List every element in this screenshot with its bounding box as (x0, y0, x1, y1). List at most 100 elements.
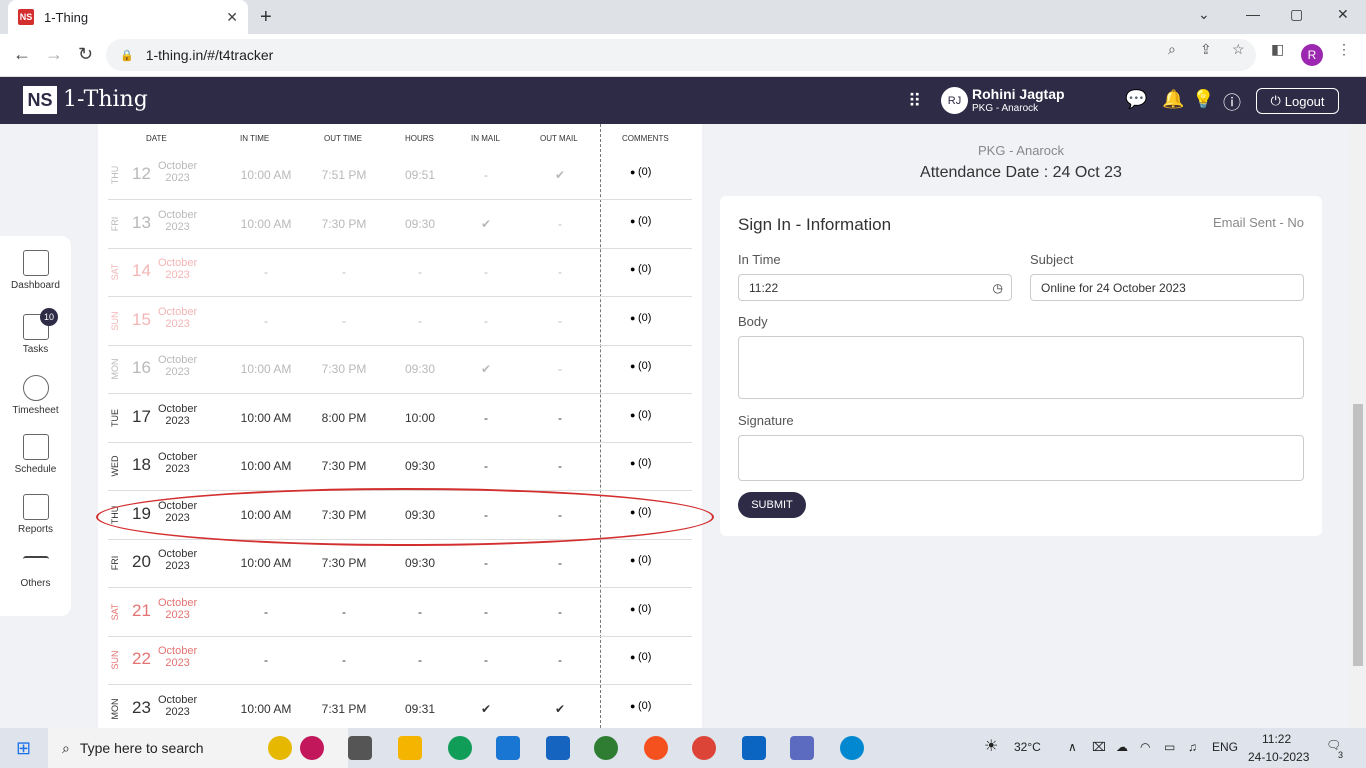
subject-label: Subject (1030, 252, 1074, 267)
windows-start-icon[interactable]: ⊞ (16, 738, 31, 759)
comments-button[interactable]: ● (0) (630, 312, 651, 324)
row-month: October (158, 257, 198, 269)
clock-time[interactable]: 11:22 (1262, 732, 1291, 746)
row-year: 2023 (165, 608, 190, 621)
share-icon[interactable]: ⇪ (1200, 41, 1212, 58)
skype-icon[interactable] (840, 736, 864, 760)
wifi-icon[interactable]: ◠ (1140, 740, 1150, 754)
comments-button[interactable]: ● (0) (630, 603, 651, 615)
menu-icon[interactable]: ⋮ (1337, 41, 1351, 58)
profile-avatar[interactable]: R (1301, 44, 1323, 66)
table-row[interactable]: FRI 20 October 2023 10:00 AM 7:30 PM 09:30 - - ● … (108, 540, 692, 588)
signature-textarea[interactable] (738, 435, 1304, 481)
row-day: 14 (132, 261, 151, 280)
row-month-year: October 2023 (158, 597, 197, 621)
language-label[interactable]: ENG (1212, 740, 1238, 754)
comments-button[interactable]: ● (0) (630, 457, 651, 469)
task-view-icon[interactable] (348, 736, 372, 760)
comment-count: (0) (637, 505, 652, 518)
attendance-date: Attendance Date : 24 Oct 23 (920, 164, 1122, 181)
table-row[interactable]: WED 18 October 2023 10:00 AM 7:30 PM 09:30 - - ● … (108, 443, 692, 491)
table-row[interactable]: MON 23 October 2023 10:00 AM 7:31 PM 09:31 ✔ ✔ ● … (108, 686, 692, 729)
teams-icon[interactable] (790, 736, 814, 760)
postman-icon[interactable] (644, 736, 668, 760)
comments-button[interactable]: ● (0) (630, 166, 651, 178)
minimize-icon[interactable]: — (1246, 6, 1260, 22)
hs-icon[interactable] (594, 736, 618, 760)
scrollbar-thumb[interactable] (1353, 404, 1363, 666)
browser-tab[interactable]: NS 1-Thing ✕ (8, 0, 248, 34)
weather-icon[interactable]: ☀ (984, 736, 998, 756)
bulb-icon[interactable]: 💡 (1192, 89, 1214, 110)
chrome-icon[interactable] (692, 736, 716, 760)
outlook-icon[interactable] (742, 736, 766, 760)
tray-devices-icon[interactable]: ⌧ (1092, 740, 1106, 754)
battery-icon[interactable]: ▭ (1164, 740, 1175, 754)
tasks-badge: 10 (40, 308, 58, 326)
tab-search-icon[interactable]: ⌄ (1198, 6, 1210, 23)
bell-icon[interactable]: 🔔 (1162, 89, 1184, 110)
in-time-input[interactable]: 11:22 ◷ (738, 274, 1012, 301)
logout-button[interactable]: ⏻ Logout (1256, 88, 1339, 114)
new-tab-icon[interactable]: + (260, 6, 272, 29)
user-role: PKG - Anarock (972, 103, 1039, 114)
comments-button[interactable]: ● (0) (630, 554, 651, 566)
bookmark-star-icon[interactable]: ☆ (1232, 41, 1245, 58)
tray-chevron-icon[interactable]: ∧ (1068, 740, 1077, 754)
body-textarea[interactable] (738, 336, 1304, 399)
window-close-icon[interactable]: ✕ (1337, 6, 1349, 23)
clock-icon[interactable]: ◷ (993, 281, 1003, 295)
comments-button[interactable]: ● (0) (630, 263, 651, 275)
nav-dashboard[interactable]: Dashboard (0, 250, 71, 291)
forward-icon[interactable]: → (45, 44, 63, 65)
comments-button[interactable]: ● (0) (630, 409, 651, 421)
table-row[interactable]: TUE 17 October 2023 10:00 AM 8:00 PM 10:00 - - ● … (108, 395, 692, 443)
table-row[interactable]: FRI 13 October 2023 10:00 AM 7:30 PM 09:30 ✔ - ● … (108, 201, 692, 249)
nav-timesheet[interactable]: Timesheet (0, 375, 71, 416)
table-row[interactable]: SAT 21 October 2023 - - - - - ● (0) (108, 589, 692, 637)
row-hours: 09:30 (404, 459, 436, 473)
onedrive-icon[interactable]: ☁ (1116, 740, 1128, 754)
nav-others[interactable]: Others (0, 556, 71, 589)
nav-schedule[interactable]: Schedule (0, 434, 71, 475)
info-icon[interactable]: ⓘ (1223, 89, 1241, 115)
zoom-icon[interactable]: ⌕ (1168, 41, 1176, 58)
mail-icon[interactable] (496, 736, 520, 760)
table-row[interactable]: SAT 14 October 2023 - - - - - ● (0) (108, 249, 692, 297)
user-avatar[interactable]: RJ (941, 87, 968, 114)
close-tab-icon[interactable]: ✕ (226, 9, 238, 26)
table-row[interactable]: THU 12 October 2023 10:00 AM 7:51 PM 09:51 - ✔ ● … (108, 152, 692, 200)
nav-reports[interactable]: Reports (0, 494, 71, 535)
subject-input[interactable]: Online for 24 October 2023 (1030, 274, 1304, 301)
table-row[interactable]: THU 19 October 2023 10:00 AM 7:30 PM 09:30 - - ● … (108, 492, 692, 540)
clock-date[interactable]: 24-10-2023 (1248, 750, 1309, 764)
nav-tasks[interactable]: 10 Tasks (0, 308, 71, 355)
main-content: Dashboard 10 Tasks Timesheet Schedule Re… (0, 124, 1350, 728)
maximize-icon[interactable]: ▢ (1290, 6, 1303, 23)
reload-icon[interactable]: ↻ (78, 44, 93, 65)
comments-button[interactable]: ● (0) (630, 700, 651, 712)
vscode-icon[interactable] (546, 736, 570, 760)
comment-icon: ● (630, 652, 638, 662)
chat-icon[interactable]: 💬 (1125, 89, 1147, 110)
comments-button[interactable]: ● (0) (630, 215, 651, 227)
edge-icon[interactable] (448, 736, 472, 760)
volume-icon[interactable]: ♫ (1188, 740, 1197, 754)
table-row[interactable]: MON 16 October 2023 10:00 AM 7:30 PM 09:30 ✔ - ● … (108, 346, 692, 394)
nav-tasks-label: Tasks (22, 344, 49, 355)
row-day-of-week: TUE (110, 408, 120, 427)
url-input[interactable]: 🔒 1-thing.in/#/t4tracker (106, 39, 1256, 71)
submit-button[interactable]: SUBMIT (738, 492, 806, 518)
apps-grid-icon[interactable]: ⠿ (908, 91, 921, 112)
table-row[interactable]: SUN 15 October 2023 - - - - - ● (0) (108, 298, 692, 346)
side-panel-icon[interactable]: ◧ (1271, 41, 1284, 58)
file-explorer-icon[interactable] (398, 736, 422, 760)
comments-button[interactable]: ● (0) (630, 651, 651, 663)
page-scrollbar[interactable] (1350, 124, 1366, 728)
comments-button[interactable]: ● (0) (630, 506, 651, 518)
back-icon[interactable]: ← (13, 44, 31, 65)
comments-button[interactable]: ● (0) (630, 360, 651, 372)
table-row[interactable]: SUN 22 October 2023 - - - - - ● (0) (108, 637, 692, 685)
row-day: 16 (132, 358, 151, 377)
windows-taskbar: ⊞ ⌕ Type here to search ☀ 32°C ∧ ⌧ ☁ ◠ ▭… (0, 728, 1366, 768)
